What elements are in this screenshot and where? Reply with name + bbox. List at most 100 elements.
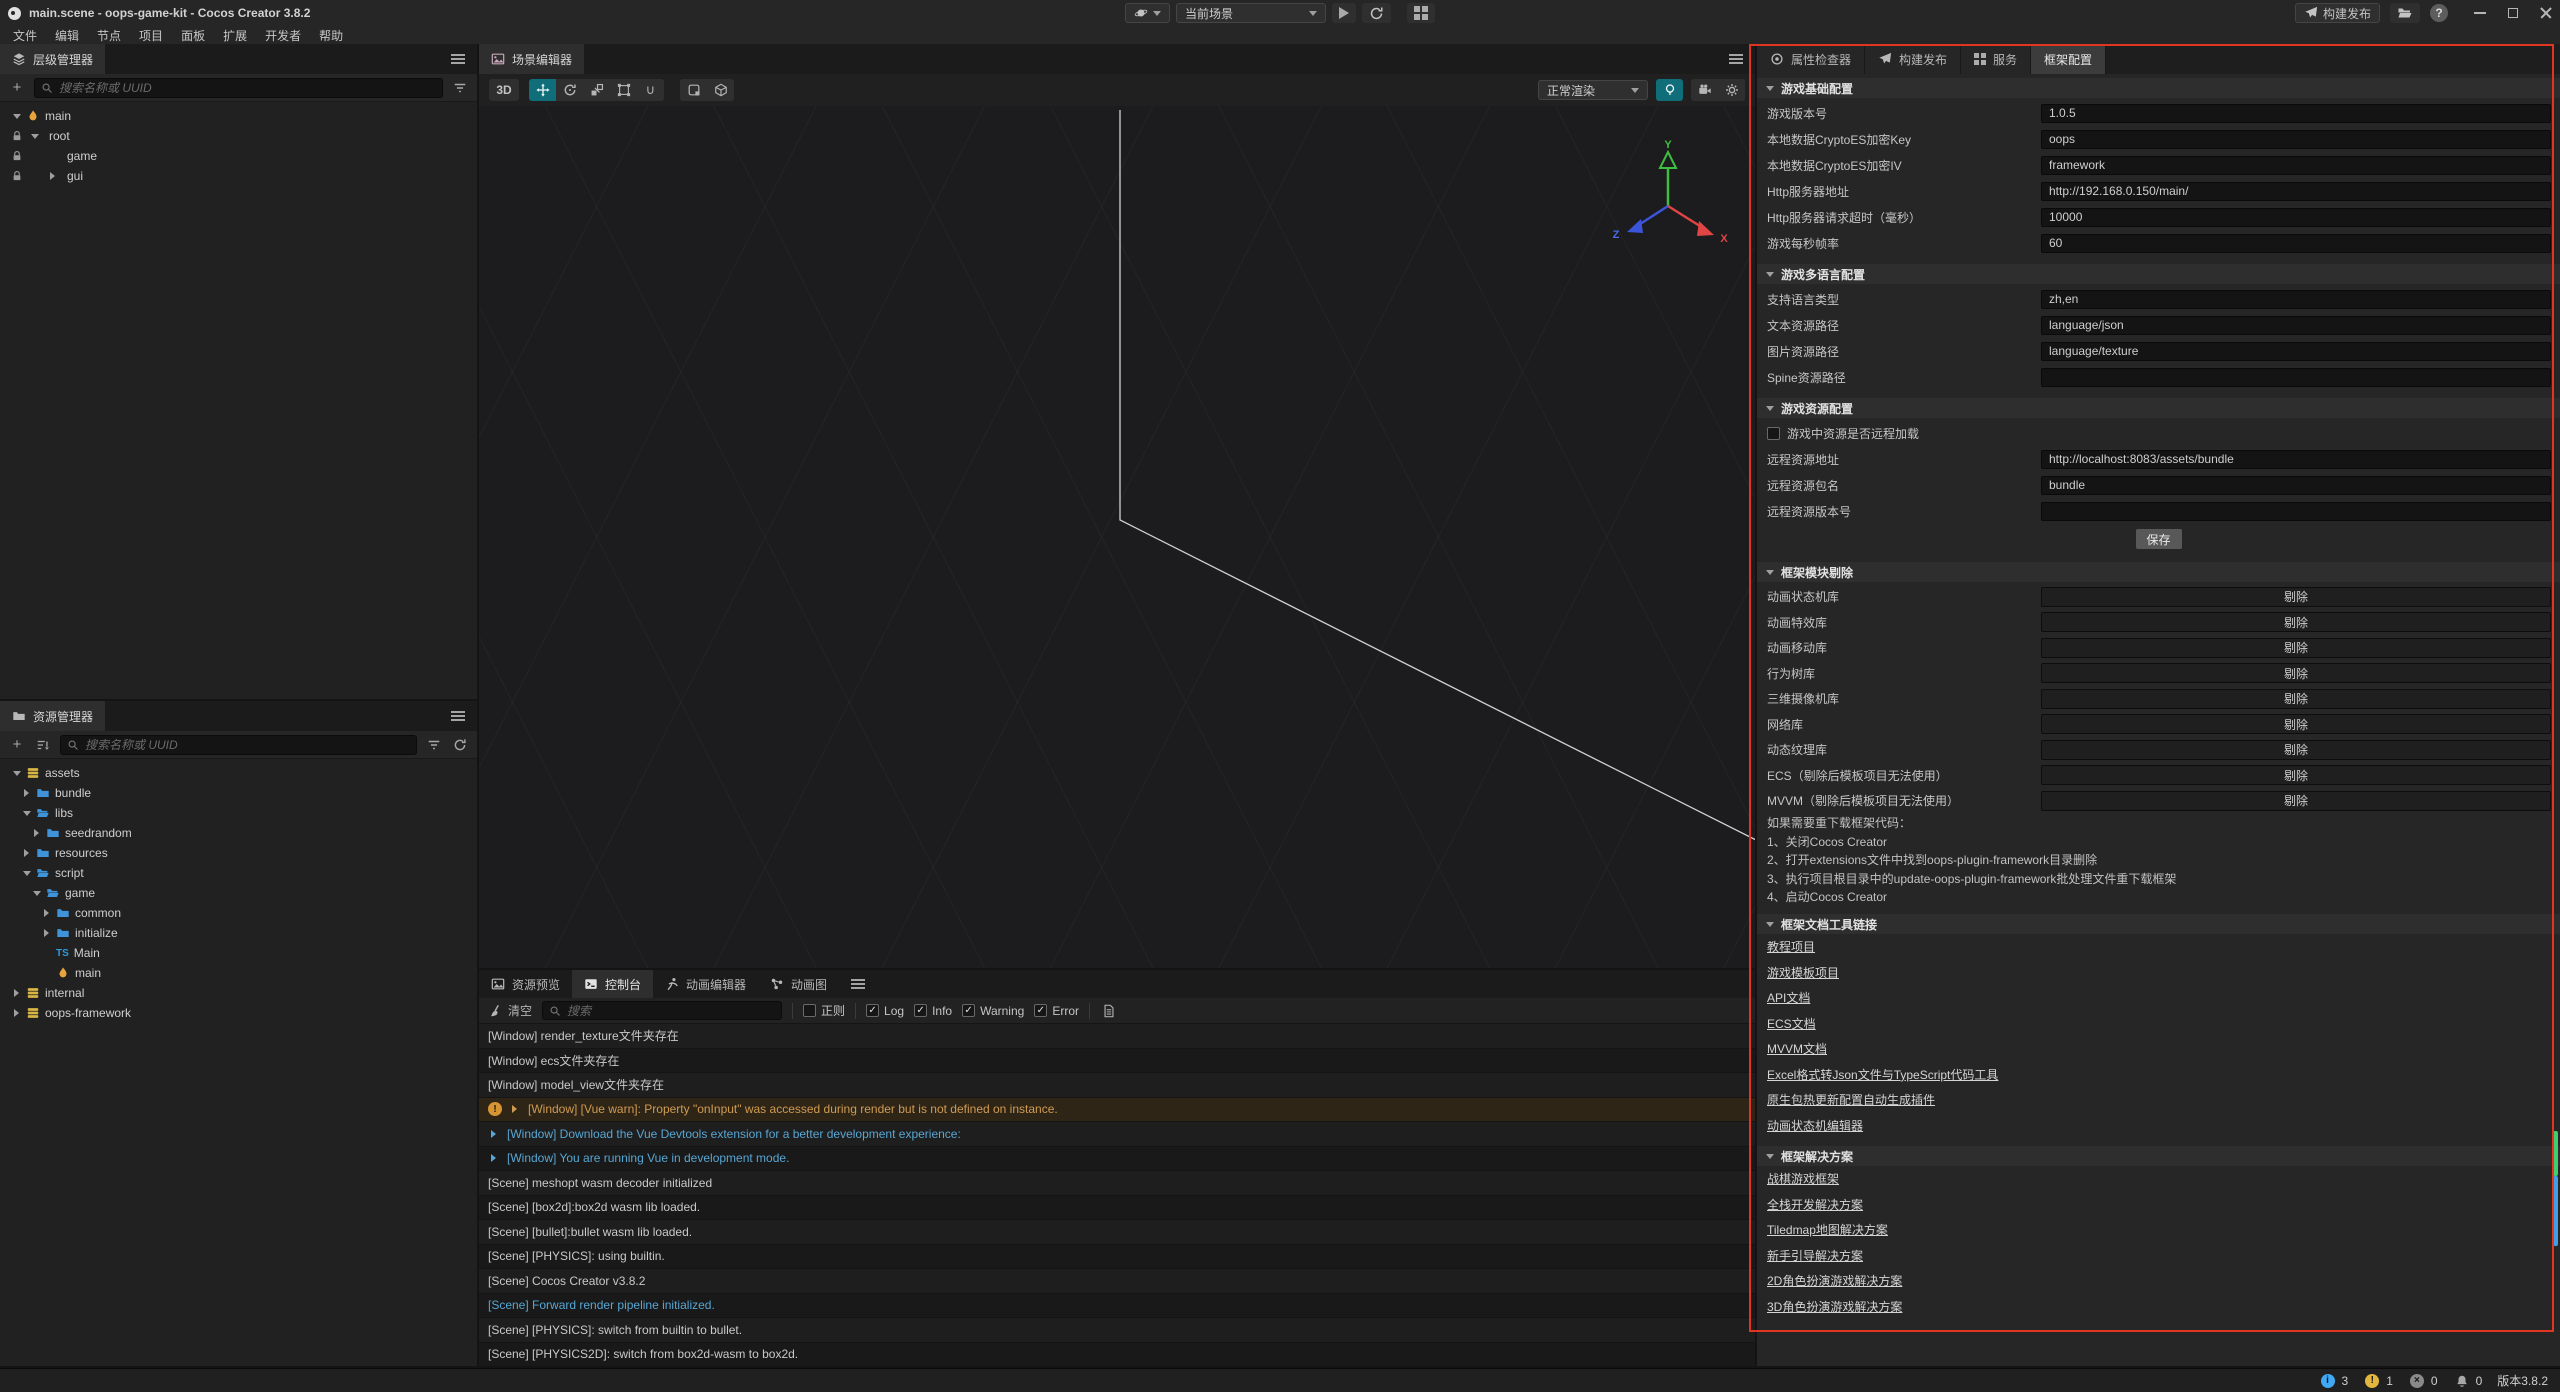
scene-gear-button[interactable] — [1718, 79, 1745, 101]
lighting-toggle-button[interactable] — [1656, 79, 1683, 101]
bell-icon[interactable] — [2455, 1374, 2469, 1388]
clear-console-button[interactable]: 清空 — [489, 1002, 532, 1019]
chevron-right-icon[interactable] — [24, 849, 33, 857]
chevron-right-icon[interactable] — [50, 172, 59, 180]
link-api-docs[interactable]: API文档 — [1767, 989, 1810, 1006]
text-res-path-input[interactable] — [2041, 316, 2551, 335]
chevron-right-icon[interactable] — [44, 909, 53, 917]
menu-extension[interactable]: 扩展 — [214, 27, 256, 44]
link-template-project[interactable]: 游戏模板项目 — [1767, 964, 1839, 981]
expand-icon[interactable] — [512, 1105, 521, 1113]
scale-tool-button[interactable] — [583, 79, 610, 101]
remote-bundle-input[interactable] — [2041, 476, 2551, 495]
add-node-button[interactable]: + — [8, 80, 26, 95]
crypto-key-input[interactable] — [2041, 130, 2551, 149]
checkbox-checked-icon[interactable] — [866, 1004, 879, 1017]
log-row[interactable]: [Window] model_view文件夹存在 — [479, 1073, 1755, 1098]
section-doc-links[interactable]: 框架文档工具链接 — [1757, 914, 2560, 934]
link-guide-solution[interactable]: 新手引导解决方案 — [1767, 1247, 1863, 1264]
info-count-icon[interactable] — [2321, 1374, 2335, 1388]
log-row[interactable]: [Scene] [PHYSICS]: using builtin. — [479, 1245, 1755, 1270]
languages-input[interactable] — [2041, 290, 2551, 309]
log-row-info[interactable]: [Scene] Forward render pipeline initiali… — [479, 1294, 1755, 1319]
rotate-tool-button[interactable] — [556, 79, 583, 101]
chevron-down-icon[interactable] — [23, 811, 31, 820]
asset-node-oops-framework[interactable]: oops-framework — [0, 1003, 477, 1023]
asset-node-seedrandom[interactable]: seedrandom — [0, 823, 477, 843]
scene-menu-button[interactable] — [1717, 44, 1755, 74]
error-count-icon[interactable] — [2410, 1374, 2424, 1388]
chevron-right-icon[interactable] — [44, 929, 53, 937]
warning-count-icon[interactable] — [2365, 1374, 2379, 1388]
save-button[interactable]: 保存 — [2136, 529, 2182, 549]
filter-error-checkbox[interactable]: Error — [1034, 1004, 1079, 1018]
console-search[interactable] — [542, 1001, 782, 1020]
section-module-removal[interactable]: 框架模块剔除 — [1757, 562, 2560, 582]
log-row-warning[interactable]: [Window] [Vue warn]: Property "onInput" … — [479, 1098, 1755, 1123]
filter-warning-checkbox[interactable]: Warning — [962, 1004, 1024, 1018]
asset-node-script[interactable]: script — [0, 863, 477, 883]
scene-viewport[interactable]: Y X Z — [479, 106, 1755, 968]
minimize-button[interactable] — [2474, 12, 2486, 14]
tab-framework-config[interactable]: 框架配置 — [2031, 44, 2106, 74]
assets-refresh-button[interactable] — [451, 738, 469, 752]
reload-button[interactable] — [1362, 3, 1391, 23]
tab-assets[interactable]: 资源管理器 — [0, 701, 105, 731]
log-row[interactable]: [Scene] [PHYSICS2D]: switch from box2d-w… — [479, 1343, 1755, 1367]
asset-node-main-scene[interactable]: main — [0, 963, 477, 983]
log-row[interactable]: [Scene] [bullet]:bullet wasm lib loaded. — [479, 1220, 1755, 1245]
chevron-down-icon[interactable] — [23, 871, 31, 880]
scene-select[interactable]: 当前场景 — [1176, 3, 1326, 23]
menu-help[interactable]: 帮助 — [310, 27, 352, 44]
assets-search[interactable] — [60, 735, 417, 755]
asset-node-internal[interactable]: internal — [0, 983, 477, 1003]
assets-filter-button[interactable] — [425, 738, 443, 752]
rect-tool-button[interactable] — [610, 79, 637, 101]
log-row[interactable]: [Window] render_texture文件夹存在 — [479, 1024, 1755, 1049]
link-mvvm-docs[interactable]: MVVM文档 — [1767, 1040, 1827, 1057]
link-hotupdate-plugin[interactable]: 原生包热更新配置自动生成插件 — [1767, 1091, 1935, 1108]
gizmo-tool-button[interactable]: ∪ — [637, 79, 664, 101]
remove-module-button[interactable]: 剔除 — [2041, 689, 2551, 709]
asset-node-main-ts[interactable]: TS Main — [0, 943, 477, 963]
log-row-info[interactable]: [Window] Download the Vue Devtools exten… — [479, 1122, 1755, 1147]
chevron-right-icon[interactable] — [14, 989, 23, 997]
chevron-right-icon[interactable] — [14, 1009, 23, 1017]
log-row[interactable]: [Scene] [box2d]:box2d wasm lib loaded. — [479, 1196, 1755, 1221]
remove-module-button[interactable]: 剔除 — [2041, 740, 2551, 760]
asset-node-assets[interactable]: assets — [0, 763, 477, 783]
expand-icon[interactable] — [491, 1154, 500, 1162]
menu-project[interactable]: 项目 — [130, 27, 172, 44]
filter-log-checkbox[interactable]: Log — [866, 1004, 904, 1018]
remove-module-button[interactable]: 剔除 — [2041, 791, 2551, 811]
move-tool-button[interactable] — [529, 79, 556, 101]
log-row[interactable]: [Scene] Cocos Creator v3.8.2 — [479, 1269, 1755, 1294]
section-basic-config[interactable]: 游戏基础配置 — [1757, 78, 2560, 98]
section-resource-config[interactable]: 游戏资源配置 — [1757, 398, 2560, 418]
orientation-gizmo[interactable]: Y X Z — [1603, 138, 1733, 268]
log-row[interactable]: [Window] ecs文件夹存在 — [479, 1049, 1755, 1074]
checkbox-checked-icon[interactable] — [914, 1004, 927, 1017]
hierarchy-search[interactable] — [34, 78, 443, 98]
console-log-list[interactable]: [Window] render_texture文件夹存在 [Window] ec… — [479, 1024, 1755, 1366]
menu-file[interactable]: 文件 — [4, 27, 46, 44]
build-publish-button[interactable]: 构建发布 — [2295, 3, 2380, 23]
menu-node[interactable]: 节点 — [88, 27, 130, 44]
tree-node-main[interactable]: main — [0, 106, 477, 126]
remove-module-button[interactable]: 剔除 — [2041, 587, 2551, 607]
log-row[interactable]: [Scene] meshopt wasm decoder initialized — [479, 1171, 1755, 1196]
assets-search-input[interactable] — [85, 738, 410, 752]
hierarchy-filter-button[interactable] — [451, 81, 469, 95]
chevron-down-icon[interactable] — [13, 114, 21, 123]
play-button[interactable] — [1332, 3, 1356, 23]
regex-checkbox[interactable]: 正则 — [803, 1002, 845, 1019]
link-ecs-docs[interactable]: ECS文档 — [1767, 1015, 1816, 1032]
remove-module-button[interactable]: 剔除 — [2041, 714, 2551, 734]
tab-services[interactable]: 服务 — [1961, 44, 2031, 74]
log-row-info[interactable]: [Window] You are running Vue in developm… — [479, 1147, 1755, 1172]
asset-node-initialize[interactable]: initialize — [0, 923, 477, 943]
checkbox-icon[interactable] — [1767, 427, 1780, 440]
tab-console[interactable]: 控制台 — [572, 970, 653, 998]
help-button[interactable] — [2430, 4, 2448, 22]
console-menu-button[interactable] — [839, 970, 877, 998]
